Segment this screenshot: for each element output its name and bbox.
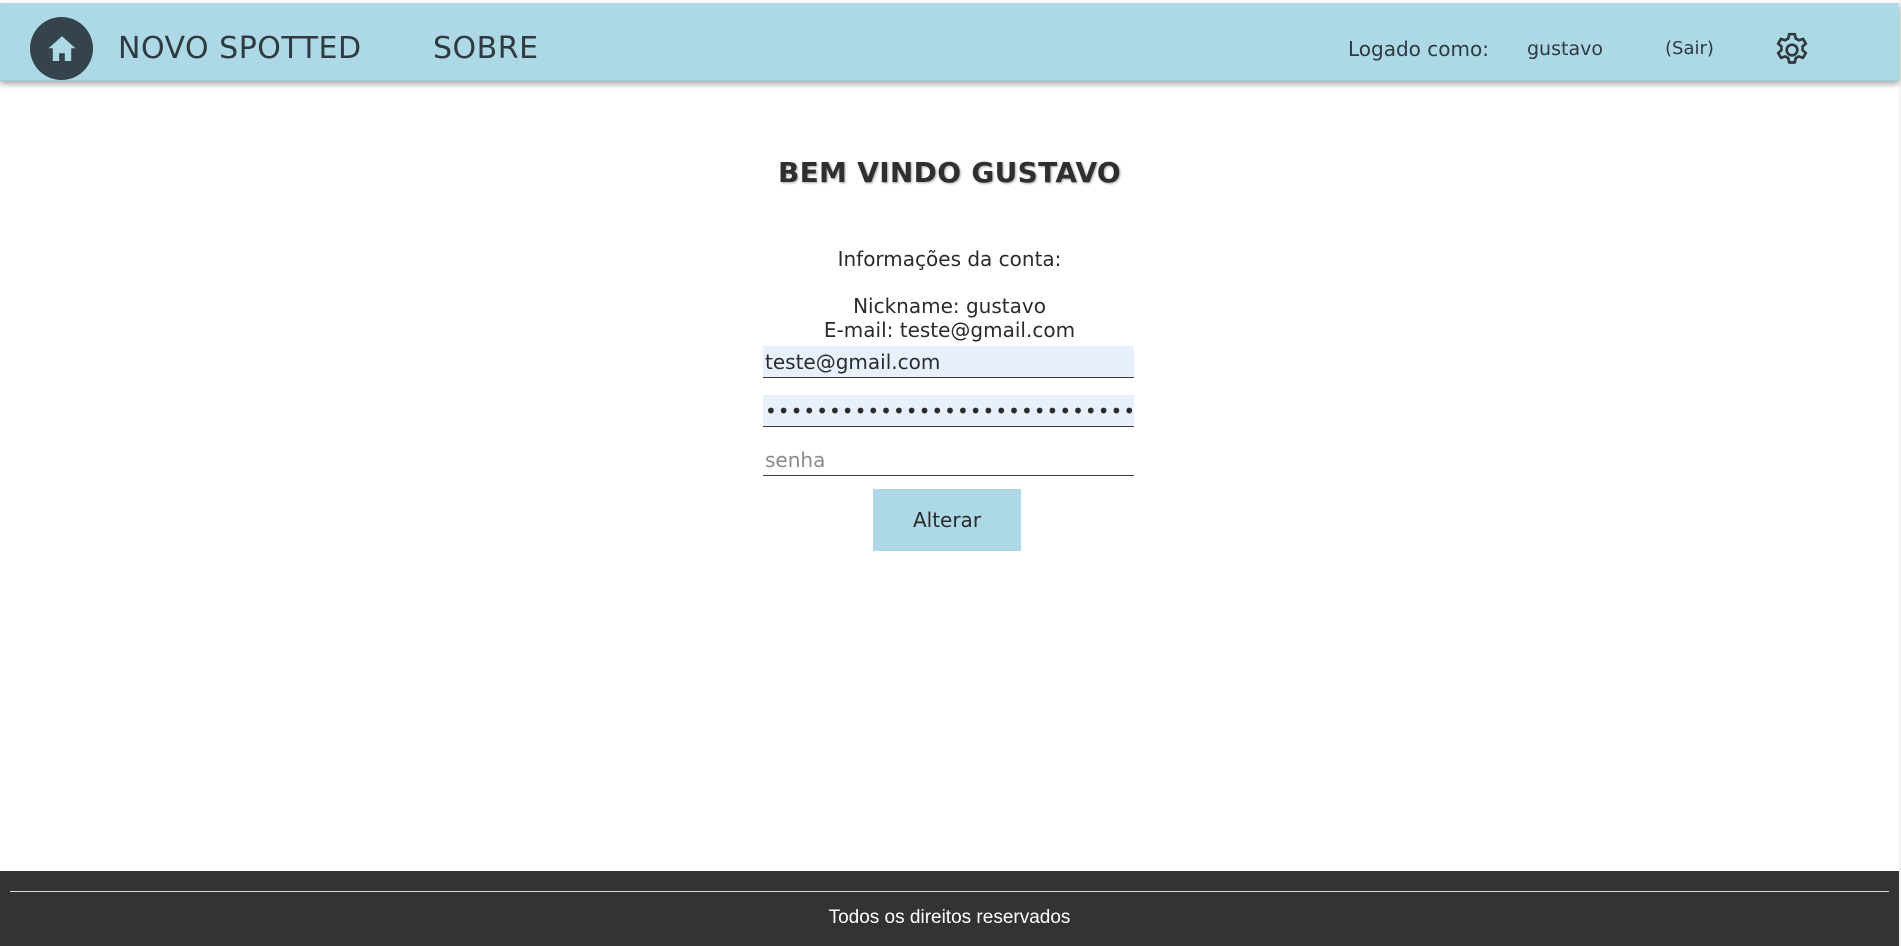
account-info-title: Informações da conta: (837, 247, 1062, 271)
nav-sobre[interactable]: SOBRE (433, 31, 539, 67)
nav-novo-spotted[interactable]: NOVO SPOTTED (118, 31, 362, 67)
welcome-heading: BEM VINDO GUSTAVO (777, 156, 1122, 189)
top-navbar: NOVO SPOTTED SOBRE Logado como: gustavo … (0, 3, 1899, 81)
footer-copyright: Todos os direitos reservados (828, 907, 1071, 928)
email-input[interactable] (763, 346, 1134, 378)
footer: Todos os direitos reservados (0, 871, 1899, 946)
username-display: gustavo (1527, 38, 1603, 60)
logged-in-label: Logado como: (1348, 37, 1489, 61)
home-button[interactable] (30, 17, 93, 80)
alterar-button[interactable]: Alterar (873, 489, 1021, 551)
home-icon (48, 35, 75, 61)
settings-button[interactable] (1772, 30, 1812, 70)
new-password-input[interactable] (763, 444, 1134, 476)
logout-link[interactable]: (Sair) (1665, 36, 1714, 62)
gear-icon (1776, 32, 1808, 64)
footer-divider (10, 891, 1889, 892)
nickname-info: Nickname: gustavo (853, 294, 1046, 318)
email-info: E-mail: teste@gmail.com (823, 318, 1076, 342)
current-password-input[interactable] (763, 395, 1134, 427)
